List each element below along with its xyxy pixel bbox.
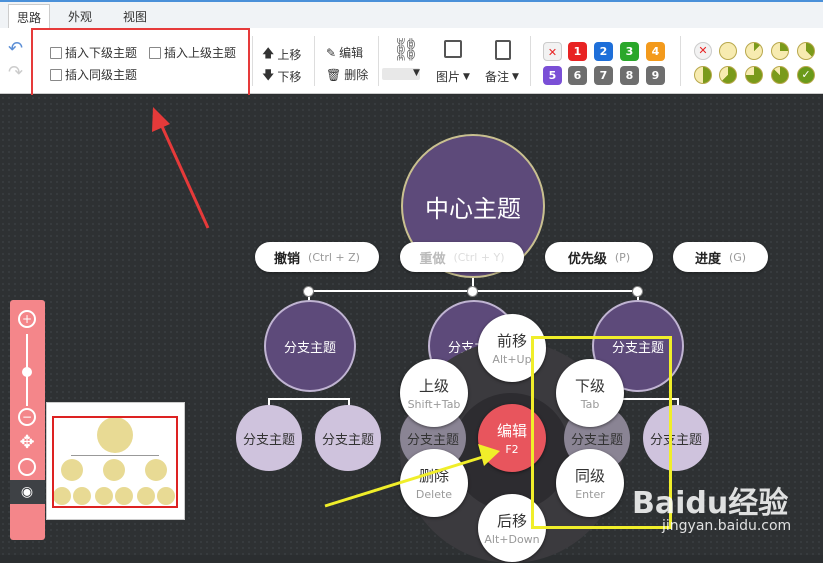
toolbar-divider bbox=[680, 36, 681, 86]
connector-line bbox=[268, 398, 350, 400]
progress-4-icon[interactable] bbox=[694, 66, 712, 84]
chevron-down-icon: ▼ bbox=[512, 71, 519, 82]
delete-button[interactable]: 🗑 删除 bbox=[326, 66, 368, 83]
watermark-logo: Baidu经验 bbox=[632, 486, 789, 521]
progress-complete-icon[interactable]: ✓ bbox=[797, 66, 815, 84]
annotation-red-box bbox=[31, 28, 250, 97]
priority-clear-icon[interactable]: ✕ bbox=[543, 42, 562, 61]
pencil-icon: ✎ bbox=[326, 45, 337, 60]
undo-hint: 撤销 (Ctrl + Z) bbox=[255, 242, 379, 272]
note-icon[interactable] bbox=[495, 40, 511, 60]
progress-clear-icon[interactable]: ✕ bbox=[694, 42, 712, 60]
priority-6-icon[interactable]: 6 bbox=[568, 66, 587, 85]
sub-topic-node[interactable]: 分支主题 bbox=[236, 405, 302, 471]
trash-icon: 🗑 bbox=[326, 67, 342, 82]
priority-1-icon[interactable]: 1 bbox=[568, 42, 587, 61]
collapse-toggle[interactable] bbox=[632, 286, 643, 297]
priority-9-icon[interactable]: 9 bbox=[646, 66, 665, 85]
priority-4-icon[interactable]: 4 bbox=[646, 42, 665, 61]
toolbar-divider bbox=[252, 36, 253, 86]
move-up-button[interactable]: 🡅 上移 bbox=[262, 44, 301, 65]
progress-7-icon[interactable] bbox=[771, 66, 789, 84]
chevron-down-icon: ▼ bbox=[413, 68, 420, 78]
collapse-toggle[interactable] bbox=[303, 286, 314, 297]
toolbar-divider bbox=[530, 36, 531, 86]
undo-icon[interactable]: ↶ bbox=[8, 38, 23, 59]
top-tab-bar: 思路 外观 视图 bbox=[0, 0, 823, 30]
minimap[interactable] bbox=[46, 402, 185, 520]
locate-center-icon[interactable] bbox=[18, 458, 36, 476]
progress-6-icon[interactable] bbox=[745, 66, 763, 84]
redo-hint: 重做 (Ctrl + Y) bbox=[400, 242, 524, 272]
zoom-out-icon[interactable]: − bbox=[18, 408, 36, 426]
progress-3-icon[interactable] bbox=[797, 42, 815, 60]
zoom-panel: + − ✥ ◉ bbox=[10, 300, 45, 540]
link-icon[interactable]: ⛓ bbox=[392, 38, 420, 63]
eye-icon: ◉ bbox=[20, 484, 34, 500]
tab-ideas[interactable]: 思路 bbox=[8, 4, 51, 30]
priority-3-icon[interactable]: 3 bbox=[620, 42, 639, 61]
zoom-slider-handle[interactable] bbox=[22, 367, 32, 377]
move-down-button[interactable]: 🡇 下移 bbox=[262, 66, 301, 87]
edit-button[interactable]: ✎ 编辑 bbox=[326, 44, 363, 61]
image-icon[interactable] bbox=[444, 40, 462, 58]
promote-button[interactable]: 上级 Shift+Tab bbox=[400, 359, 468, 427]
note-button[interactable]: 备注 ▼ bbox=[485, 68, 519, 85]
progress-2-icon[interactable] bbox=[771, 42, 789, 60]
arrow-up-icon: 🡅 bbox=[262, 46, 275, 60]
progress-0-icon[interactable] bbox=[719, 42, 737, 60]
tab-appearance[interactable]: 外观 bbox=[68, 8, 92, 25]
branch-topic-node[interactable]: 分支主题 bbox=[264, 300, 356, 392]
collapse-toggle[interactable] bbox=[467, 286, 478, 297]
progress-5-icon[interactable] bbox=[719, 66, 737, 84]
progress-hint: 进度 (G) bbox=[673, 242, 768, 272]
priority-hint: 优先级 (P) bbox=[545, 242, 653, 272]
chevron-down-icon: ▼ bbox=[463, 71, 470, 82]
priority-2-icon[interactable]: 2 bbox=[594, 42, 613, 61]
redo-icon[interactable]: ↷ bbox=[8, 62, 23, 83]
minimap-viewport[interactable] bbox=[52, 416, 178, 508]
priority-8-icon[interactable]: 8 bbox=[620, 66, 639, 85]
watermark-url: jingyan.baidu.com bbox=[662, 518, 792, 534]
preview-toggle[interactable]: ◉ bbox=[10, 480, 45, 504]
image-button[interactable]: 图片 ▼ bbox=[436, 68, 470, 85]
progress-1-icon[interactable] bbox=[745, 42, 763, 60]
priority-5-icon[interactable]: 5 bbox=[543, 66, 562, 85]
arrow-down-icon: 🡇 bbox=[262, 68, 275, 82]
toolbar-divider bbox=[314, 36, 315, 86]
delete-node-button[interactable]: 删除 Delete bbox=[400, 449, 468, 517]
priority-7-icon[interactable]: 7 bbox=[594, 66, 613, 85]
toolbar-divider bbox=[378, 36, 379, 86]
move-icon[interactable]: ✥ bbox=[18, 434, 36, 452]
sub-topic-node[interactable]: 分支主题 bbox=[315, 405, 381, 471]
zoom-in-icon[interactable]: + bbox=[18, 310, 36, 328]
tab-view[interactable]: 视图 bbox=[123, 8, 147, 25]
